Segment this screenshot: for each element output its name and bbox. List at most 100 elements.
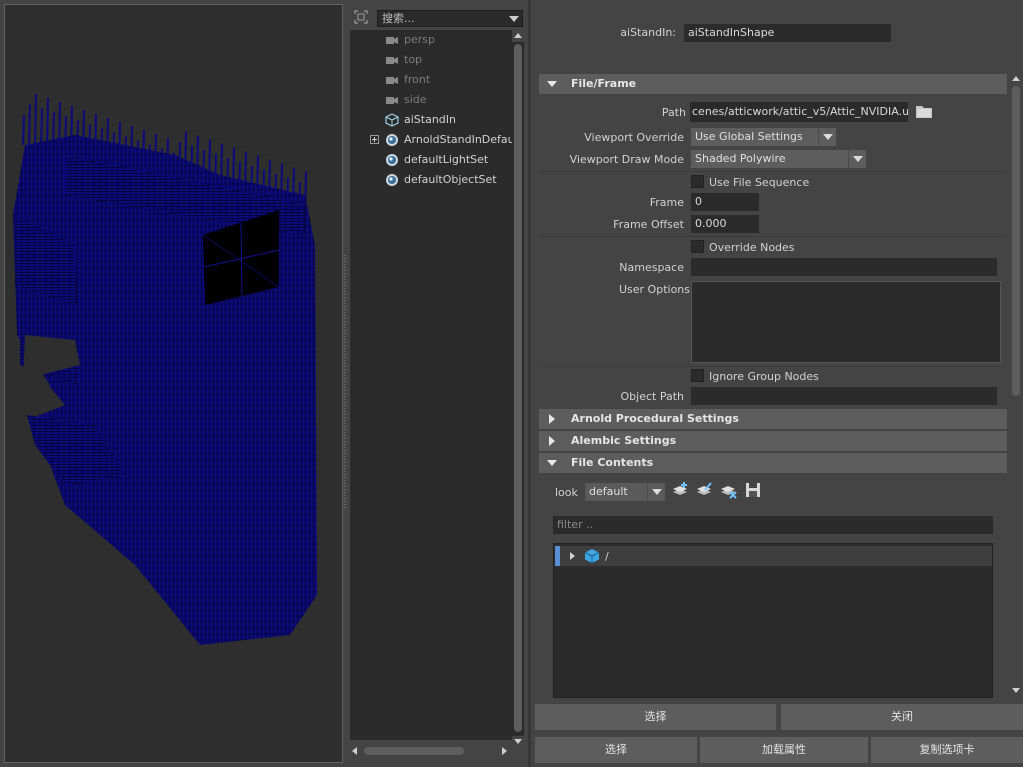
outliner-search-input[interactable] bbox=[377, 10, 523, 27]
tree-root-label: / bbox=[605, 550, 609, 563]
viewport-resize-handle[interactable] bbox=[344, 255, 346, 510]
section-title: File Contents bbox=[571, 456, 654, 469]
chevron-down-icon bbox=[818, 128, 836, 146]
attribute-editor: aiStandIn: aiStandInShape File/Frame Pat… bbox=[531, 0, 1023, 767]
outliner-item-side[interactable]: side bbox=[350, 90, 512, 110]
viewport-override-dropdown[interactable]: Use Global Settings bbox=[691, 128, 836, 146]
save-icon[interactable] bbox=[744, 481, 762, 499]
scroll-down-arrow-icon[interactable] bbox=[514, 739, 522, 744]
node-name-field[interactable]: aiStandInShape bbox=[684, 24, 891, 42]
ignore-group-nodes-label: Ignore Group Nodes bbox=[709, 370, 819, 383]
3d-viewport[interactable] bbox=[4, 4, 343, 763]
outliner-item-label: defaultObjectSet bbox=[404, 173, 497, 186]
chevron-down-icon bbox=[848, 150, 866, 168]
outliner-item-label: aiStandIn bbox=[404, 113, 457, 126]
outliner-item-aistandin[interactable]: aiStandIn bbox=[350, 110, 512, 130]
ignore-group-nodes-checkbox[interactable] bbox=[691, 369, 704, 382]
namespace-label: Namespace bbox=[619, 261, 684, 274]
camera-icon bbox=[385, 93, 399, 107]
scroll-up-arrow-icon[interactable] bbox=[1012, 76, 1020, 81]
outliner-vertical-scroll-thumb[interactable] bbox=[514, 44, 522, 732]
collapse-arrow-icon bbox=[547, 460, 557, 466]
path-field[interactable]: cenes/atticwork/attic_v5/Attic_NVIDIA.us… bbox=[690, 102, 908, 122]
folder-icon[interactable] bbox=[915, 102, 933, 120]
object-path-field[interactable] bbox=[691, 387, 997, 405]
frame-field[interactable]: 0 bbox=[691, 193, 759, 211]
load-attributes-button[interactable]: 加载属性 bbox=[700, 737, 868, 763]
mesh-spike bbox=[28, 104, 31, 147]
collapse-arrow-icon bbox=[547, 81, 557, 87]
use-file-sequence-checkbox[interactable] bbox=[691, 175, 704, 188]
section-title: Alembic Settings bbox=[571, 434, 677, 447]
standin-cube-icon bbox=[385, 113, 399, 127]
dropdown-value: Use Global Settings bbox=[695, 130, 803, 143]
outliner-panel: persp top front side aiStandIn ArnoldStandInD… bbox=[350, 4, 528, 764]
override-nodes-label: Override Nodes bbox=[709, 241, 795, 254]
set-icon bbox=[385, 173, 399, 187]
look-dropdown[interactable]: default bbox=[585, 483, 665, 501]
outliner-filter-icon[interactable] bbox=[354, 10, 368, 24]
outliner-item-label: defaultLightSet bbox=[404, 153, 489, 166]
package-cube-icon bbox=[584, 549, 600, 563]
file-contents-filter-input[interactable]: filter .. bbox=[553, 516, 993, 534]
edit-layer-icon[interactable] bbox=[695, 481, 713, 499]
scroll-up-arrow-icon[interactable] bbox=[514, 33, 522, 38]
chevron-down-icon bbox=[647, 483, 665, 501]
user-options-label: User Options bbox=[618, 283, 690, 296]
dropdown-value: default bbox=[589, 485, 628, 498]
select-button-top[interactable]: 选择 bbox=[535, 704, 776, 730]
outliner-item-defaultobjectset[interactable]: defaultObjectSet bbox=[350, 170, 512, 190]
expand-arrow-icon bbox=[549, 414, 555, 424]
tree-row-root[interactable]: / bbox=[555, 546, 992, 566]
path-label: Path bbox=[661, 106, 686, 119]
outliner-item-persp[interactable]: persp bbox=[350, 30, 512, 50]
expand-arrow-icon[interactable] bbox=[570, 552, 575, 560]
outliner-item-top[interactable]: top bbox=[350, 50, 512, 70]
arnold-procedural-section-header[interactable]: Arnold Procedural Settings bbox=[539, 409, 1007, 429]
node-name-label: aiStandIn: bbox=[620, 26, 676, 39]
divider bbox=[541, 366, 1006, 367]
override-nodes-checkbox[interactable] bbox=[691, 240, 704, 253]
divider bbox=[541, 236, 1006, 237]
object-path-label: Object Path bbox=[620, 390, 685, 403]
file-contents-tree[interactable]: / bbox=[553, 543, 993, 698]
frame-offset-label: Frame Offset bbox=[613, 218, 684, 231]
frame-offset-field[interactable]: 0.000 bbox=[691, 215, 759, 233]
close-button[interactable]: 关闭 bbox=[781, 704, 1023, 730]
frame-label: Frame bbox=[649, 196, 684, 209]
selection-marker bbox=[555, 546, 560, 566]
camera-icon bbox=[385, 33, 399, 47]
remove-layer-icon[interactable] bbox=[719, 481, 737, 499]
camera-icon bbox=[385, 73, 399, 87]
standin-mesh-render bbox=[13, 93, 317, 645]
scroll-right-arrow-icon[interactable] bbox=[502, 747, 507, 755]
outliner-item-defaultlightset[interactable]: defaultLightSet bbox=[350, 150, 512, 170]
select-button[interactable]: 选择 bbox=[535, 737, 697, 763]
viewport-draw-mode-dropdown[interactable]: Shaded Polywire bbox=[691, 150, 866, 168]
outliner-tree[interactable]: persp top front side aiStandIn ArnoldStandInD… bbox=[350, 30, 512, 740]
scroll-down-arrow-icon[interactable] bbox=[1012, 688, 1020, 693]
viewport-draw-mode-label: Viewport Draw Mode bbox=[569, 153, 684, 166]
copy-tab-button[interactable]: 复制选项卡 bbox=[871, 737, 1023, 763]
alembic-section-header[interactable]: Alembic Settings bbox=[539, 431, 1007, 451]
set-icon bbox=[385, 133, 399, 147]
outliner-item-label: top bbox=[404, 53, 423, 66]
mesh-spike bbox=[22, 114, 25, 146]
file-contents-section-header[interactable]: File Contents bbox=[539, 453, 1007, 473]
outliner-horizontal-scroll-thumb[interactable] bbox=[364, 747, 464, 755]
outliner-item-front[interactable]: front bbox=[350, 70, 512, 90]
outliner-item-label: side bbox=[404, 93, 427, 106]
outliner-item-label: persp bbox=[404, 33, 435, 46]
scroll-left-arrow-icon[interactable] bbox=[352, 747, 357, 755]
expand-arrow-icon bbox=[549, 436, 555, 446]
expand-plus-icon[interactable] bbox=[370, 135, 379, 144]
outliner-item-label: ArnoldStandInDefaul bbox=[404, 133, 512, 146]
outliner-item-arnoldstandindefaul[interactable]: ArnoldStandInDefaul bbox=[350, 130, 512, 150]
file-frame-section-header[interactable]: File/Frame bbox=[539, 74, 1007, 94]
divider bbox=[541, 171, 1006, 172]
user-options-textarea[interactable] bbox=[691, 281, 1001, 363]
chevron-down-icon[interactable] bbox=[509, 16, 519, 22]
add-layer-icon[interactable] bbox=[671, 481, 689, 499]
namespace-field[interactable] bbox=[691, 258, 997, 276]
attribute-editor-scroll-thumb[interactable] bbox=[1012, 86, 1020, 396]
